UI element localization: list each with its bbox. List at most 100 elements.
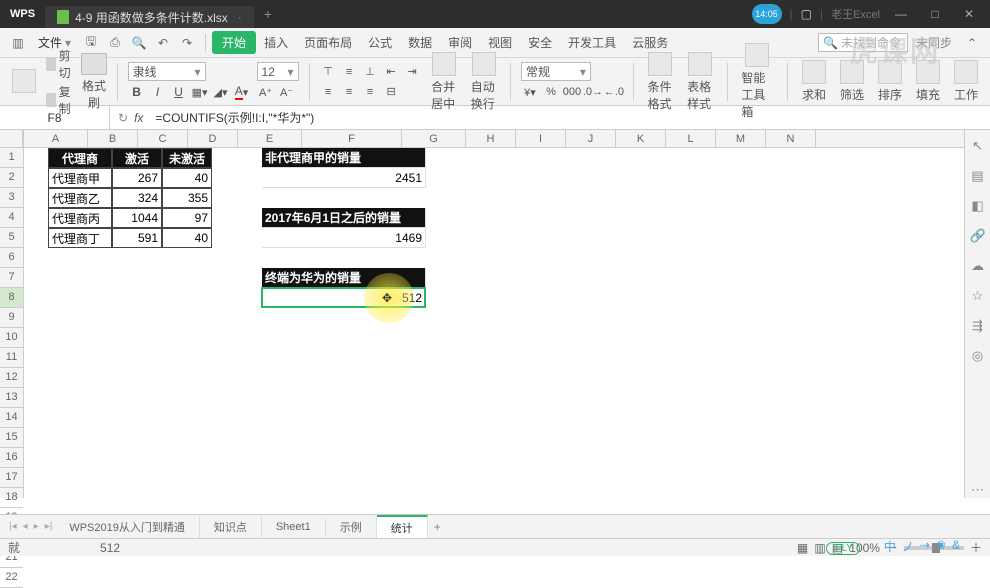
cell[interactable]: 代理商	[48, 148, 112, 168]
cell[interactable]: 终端为华为的销量	[262, 268, 426, 288]
shrink-font-button[interactable]: A⁻	[278, 83, 296, 101]
row-header[interactable]: 3	[0, 188, 23, 208]
close-icon[interactable]: ✕	[956, 7, 982, 21]
row-header[interactable]: 13	[0, 388, 23, 408]
row-header[interactable]: 14	[0, 408, 23, 428]
minimize-icon[interactable]: ―	[888, 7, 914, 21]
row-header[interactable]: 6	[0, 248, 23, 268]
cell[interactable]: 2017年6月1日之后的销量	[262, 208, 426, 228]
number-format-combo[interactable]: 常规▾	[521, 62, 591, 81]
currency-button[interactable]: ¥▾	[521, 83, 539, 101]
col-header[interactable]: K	[616, 130, 666, 147]
sync-status[interactable]: 未同步	[908, 34, 960, 51]
search-commands[interactable]: 🔍未找到命令	[818, 33, 908, 52]
row-header[interactable]: 8	[0, 288, 23, 308]
tab-formula[interactable]: 公式	[360, 34, 400, 51]
backup-icon[interactable]: ◎	[970, 348, 986, 364]
sum-button[interactable]: 求和	[798, 60, 830, 103]
cell[interactable]: 激活	[112, 148, 162, 168]
save-icon[interactable]: 🖫	[81, 33, 101, 53]
redo-icon[interactable]: ↷	[177, 33, 197, 53]
share-icon[interactable]: ⇶	[970, 318, 986, 334]
row-header[interactable]: 10	[0, 328, 23, 348]
wrap-text-button[interactable]: 自动换行	[467, 52, 501, 112]
col-header[interactable]: N	[766, 130, 816, 147]
grid[interactable]: 12345678910111213141516171819202122 ABCD…	[0, 130, 990, 498]
tab-start[interactable]: 开始	[212, 31, 256, 54]
align-center[interactable]: ≡	[340, 83, 358, 101]
col-header[interactable]: M	[716, 130, 766, 147]
comma-button[interactable]: 000	[563, 83, 581, 101]
col-header[interactable]: D	[188, 130, 238, 147]
fontsize-combo[interactable]: 12▾	[257, 62, 299, 81]
inc-decimal[interactable]: .0→	[584, 83, 602, 101]
cell[interactable]: 40	[162, 228, 212, 248]
row-header[interactable]: 18	[0, 488, 23, 508]
close-tab-icon[interactable]: ·	[238, 10, 242, 24]
row-header[interactable]: 12	[0, 368, 23, 388]
select-all-corner[interactable]	[0, 130, 23, 148]
more-icon[interactable]: ⋯	[970, 482, 986, 498]
row-header[interactable]: 17	[0, 468, 23, 488]
cell[interactable]: 代理商丙	[48, 208, 112, 228]
cell[interactable]: 324	[112, 188, 162, 208]
tab-security[interactable]: 安全	[520, 34, 560, 51]
view-normal-icon[interactable]: ▦	[797, 541, 808, 555]
col-header[interactable]: L	[666, 130, 716, 147]
cell[interactable]: 非代理商甲的销量	[262, 148, 426, 168]
sheet-tab[interactable]: WPS2019从入门到精通	[55, 516, 200, 538]
add-tab-button[interactable]: +	[264, 6, 272, 22]
row-header[interactable]: 1	[0, 148, 23, 168]
col-header[interactable]: A	[24, 130, 88, 147]
view-layout-icon[interactable]: ▥	[814, 541, 825, 555]
filter-button[interactable]: 筛选	[836, 60, 868, 103]
undo-icon[interactable]: ↶	[153, 33, 173, 53]
sheet-tab-active[interactable]: 统计	[377, 515, 428, 539]
col-header[interactable]: E	[238, 130, 302, 147]
cell[interactable]: 代理商乙	[48, 188, 112, 208]
cell[interactable]: 未激活	[162, 148, 212, 168]
sheet-tab[interactable]: 知识点	[200, 516, 262, 538]
camera-icon[interactable]: ▢	[801, 7, 812, 21]
sheet-prev-icon[interactable]: ◂	[20, 521, 31, 532]
row-header[interactable]: 2	[0, 168, 23, 188]
indent-dec[interactable]: ⇤	[382, 63, 400, 81]
tab-data[interactable]: 数据	[400, 34, 440, 51]
merge-split[interactable]: ⊟	[382, 83, 400, 101]
cell[interactable]: 代理商丁	[48, 228, 112, 248]
align-right[interactable]: ≡	[361, 83, 379, 101]
cell[interactable]: 40	[162, 168, 212, 188]
row-header[interactable]: 5	[0, 228, 23, 248]
align-top[interactable]: ⊤	[319, 63, 337, 81]
cell[interactable]: 97	[162, 208, 212, 228]
history-icon[interactable]: ↻	[118, 111, 128, 125]
fontcolor-button[interactable]: A▾	[233, 83, 251, 101]
maximize-icon[interactable]: □	[922, 7, 948, 21]
formula-input[interactable]: =COUNTIFS(示例!I:I,"*华为*")	[151, 109, 990, 126]
app-menu-icon[interactable]: ▥	[8, 33, 28, 53]
cell[interactable]: 267	[112, 168, 162, 188]
name-box[interactable]: F8	[0, 107, 110, 129]
ime-indicator[interactable]: 中ノ⇢❀&	[884, 538, 960, 555]
tab-cloud[interactable]: 云服务	[624, 34, 676, 51]
dec-decimal[interactable]: ←.0	[605, 83, 623, 101]
paste-button[interactable]	[8, 69, 40, 95]
cell[interactable]: 代理商甲	[48, 168, 112, 188]
row-header[interactable]: 7	[0, 268, 23, 288]
cut-button[interactable]: 剪切	[46, 47, 75, 81]
link-pane-icon[interactable]: 🔗	[970, 228, 986, 244]
cell[interactable]: 512	[262, 288, 426, 308]
col-header[interactable]: C	[138, 130, 188, 147]
preview-icon[interactable]: 🔍	[129, 33, 149, 53]
clipboard-pane-icon[interactable]: ▤	[970, 168, 986, 184]
border-button[interactable]: ▦▾	[191, 83, 209, 101]
fx-icon[interactable]: fx	[134, 111, 143, 125]
select-tool-icon[interactable]: ↖	[970, 138, 986, 154]
align-left[interactable]: ≡	[319, 83, 337, 101]
tab-view[interactable]: 视图	[480, 34, 520, 51]
tab-review[interactable]: 审阅	[440, 34, 480, 51]
row-header[interactable]: 22	[0, 568, 23, 588]
sheet-tab[interactable]: Sheet1	[262, 518, 326, 536]
cell[interactable]: 355	[162, 188, 212, 208]
row-header[interactable]: 15	[0, 428, 23, 448]
